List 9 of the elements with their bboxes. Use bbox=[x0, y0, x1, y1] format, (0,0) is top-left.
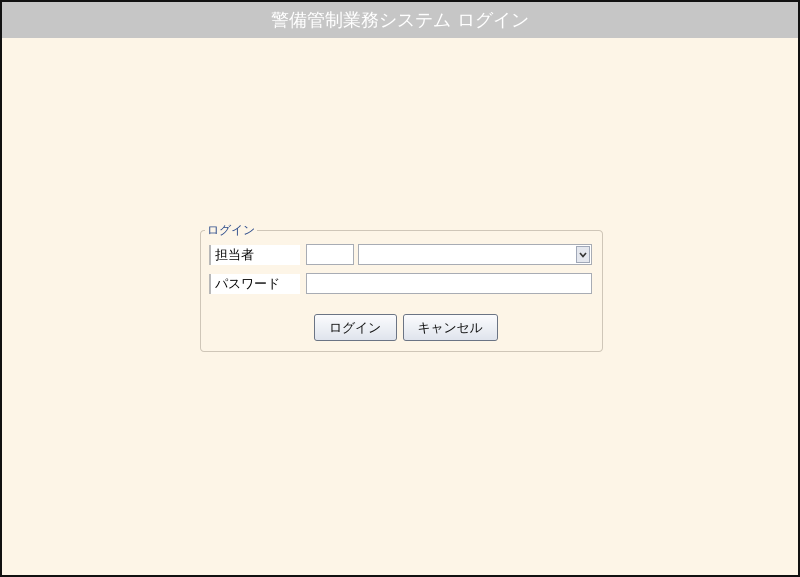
legend-label: ログイン bbox=[206, 222, 256, 239]
caret-icon[interactable] bbox=[579, 252, 587, 258]
window-title: 警備管制業務システム ログイン bbox=[2, 2, 798, 38]
field-label: パスワード bbox=[209, 274, 300, 294]
password-field[interactable] bbox=[306, 273, 592, 294]
login-button[interactable]: ログイン bbox=[314, 314, 396, 341]
code-field[interactable] bbox=[306, 244, 354, 265]
field-label: 担当者 bbox=[209, 244, 300, 264]
cancel-button[interactable]: キャンセル bbox=[402, 314, 498, 341]
